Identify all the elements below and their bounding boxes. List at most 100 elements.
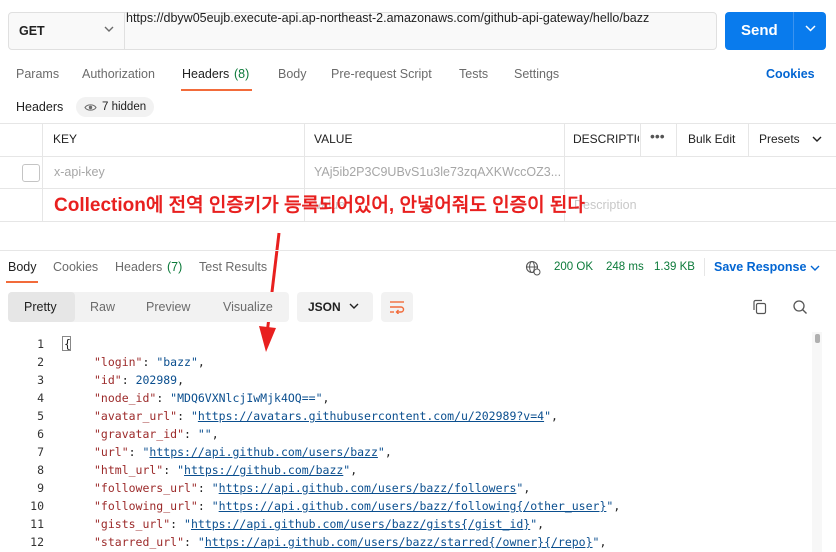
json-value: "bazz" [156,355,198,369]
table-border-top [0,123,836,124]
json-key: "gists_url" [94,517,171,531]
send-button[interactable]: Send [725,12,826,50]
status-code[interactable]: 200 OK [554,261,593,273]
wrap-lines-button[interactable] [381,292,413,322]
json-url-link[interactable]: https://github.com/bazz [184,463,343,477]
copy-icon[interactable] [752,299,768,315]
response-body-code[interactable]: 1{2 "login": "bazz", 3 "id": 202989, 4 "node_… [0,335,836,552]
column-description: DESCRIPTIO [573,132,639,146]
json-value: "MDQ6VXNlcjIwMjk4OQ==" [170,391,323,405]
column-value: VALUE [314,132,353,146]
code-line: "login": "bazz", [94,355,205,369]
tab-headers[interactable]: Headers [182,67,229,81]
view-visualize-button[interactable]: Visualize [223,300,275,314]
line-number: 11 [30,517,44,531]
globe-icon[interactable] [525,260,541,276]
line-number: 6 [37,427,44,441]
json-value: "" [197,427,212,441]
format-dropdown[interactable]: JSON [297,292,373,322]
chevron-down-icon[interactable] [810,265,820,272]
row-checkbox[interactable] [22,164,40,182]
tab-pre-request-script[interactable]: Pre-request Script [331,67,432,81]
resp-headers-count: (7) [167,260,183,274]
json-key: "following_url" [94,499,198,513]
table-border [0,188,836,189]
table-border [0,156,836,157]
headers-subtitle: Headers [16,100,64,114]
column-key: KEY [53,132,78,146]
json-url-link[interactable]: https://api.github.com/users/bazz/follow… [219,499,607,513]
tab-params[interactable]: Params [16,67,59,81]
eye-icon [84,103,97,111]
tab-authorization[interactable]: Authorization [82,67,155,81]
code-line: "url": "https://api.github.com/users/baz… [94,445,392,459]
resp-tab-headers[interactable]: Headers [115,260,162,274]
wrap-icon [390,301,405,314]
resp-tab-test-results[interactable]: Test Results [199,260,267,274]
cookies-link[interactable]: Cookies [766,67,815,81]
hidden-headers-toggle[interactable]: 7 hidden [76,97,155,117]
presets-dropdown[interactable]: Presets [759,132,800,146]
tab-body[interactable]: Body [278,67,307,81]
response-size[interactable]: 1.39 KB [654,261,695,273]
line-number: 5 [37,409,44,423]
code-line: "html_url": "https://github.com/bazz", [94,463,358,477]
method-select[interactable]: GET [9,13,125,49]
active-tab-indicator [181,89,252,91]
resp-tab-body[interactable]: Body [8,260,37,274]
header-key-cell[interactable]: x-api-key [54,165,105,179]
tab-settings[interactable]: Settings [514,67,559,81]
search-icon[interactable] [792,299,808,315]
more-icon[interactable]: ••• [650,128,665,144]
json-key: "followers_url" [94,481,198,495]
response-time[interactable]: 248 ms [606,261,644,273]
line-number: 2 [37,355,44,369]
response-divider [0,250,836,251]
hidden-count: 7 hidden [102,101,147,113]
view-preview-button[interactable]: Preview [146,300,190,314]
divider [704,258,705,276]
send-divider [793,12,794,50]
json-key: "node_id" [94,391,157,405]
line-number: 7 [37,445,44,459]
line-number: 9 [37,481,44,495]
bulk-edit-button[interactable]: Bulk Edit [688,132,735,146]
line-number: 3 [37,373,44,387]
json-value: 202989 [135,373,178,387]
json-key: "avatar_url" [94,409,178,423]
format-label: JSON [308,300,341,314]
send-label: Send [741,22,778,39]
view-raw-button[interactable]: Raw [90,300,115,314]
chevron-down-icon [104,26,114,32]
resp-tab-cookies[interactable]: Cookies [53,260,98,274]
url-input[interactable]: https://dbyw05eujb.execute-api.ap-northe… [126,11,649,25]
code-line: "followers_url": "https://api.github.com… [94,481,531,495]
column-divider [748,123,749,156]
json-url-link[interactable]: https://avatars.githubusercontent.com/u/… [198,409,544,423]
view-pretty-button[interactable]: Pretty [24,300,57,314]
code-line: "avatar_url": "https://avatars.githubuse… [94,409,558,423]
json-url-link[interactable]: https://api.github.com/users/bazz/follow… [219,481,517,495]
json-url-link[interactable]: https://api.github.com/users/bazz/gists{… [191,517,530,531]
method-label: GET [19,24,45,38]
header-value-cell[interactable]: YAj5ib2P3C9UBvS1u3le73zqAXKWccOZ3... [314,165,562,179]
column-divider [42,123,43,221]
save-response-button[interactable]: Save Response [714,260,806,274]
line-number: 10 [30,499,44,513]
code-line: "id": 202989, [94,373,185,387]
tab-tests[interactable]: Tests [459,67,488,81]
chevron-down-icon [349,303,359,309]
code-line: "gravatar_id": "", [94,427,219,441]
json-key: "gravatar_id" [94,427,185,441]
active-tab-indicator [6,281,38,283]
json-url-link[interactable]: https://api.github.com/users/bazz/starre… [205,535,593,549]
line-number: 1 [37,337,44,351]
json-url-link[interactable]: https://api.github.com/users/bazz [149,445,377,459]
json-key: "starred_url" [94,535,185,549]
json-key: "id" [94,373,122,387]
code-line: "starred_url": "https://api.github.com/u… [94,535,607,549]
chevron-down-icon[interactable] [805,25,816,32]
code-line: "gists_url": "https://api.github.com/use… [94,517,545,531]
code-line: "following_url": "https://api.github.com… [94,499,621,513]
code-line: "node_id": "MDQ6VXNlcjIwMjk4OQ==", [94,391,330,405]
